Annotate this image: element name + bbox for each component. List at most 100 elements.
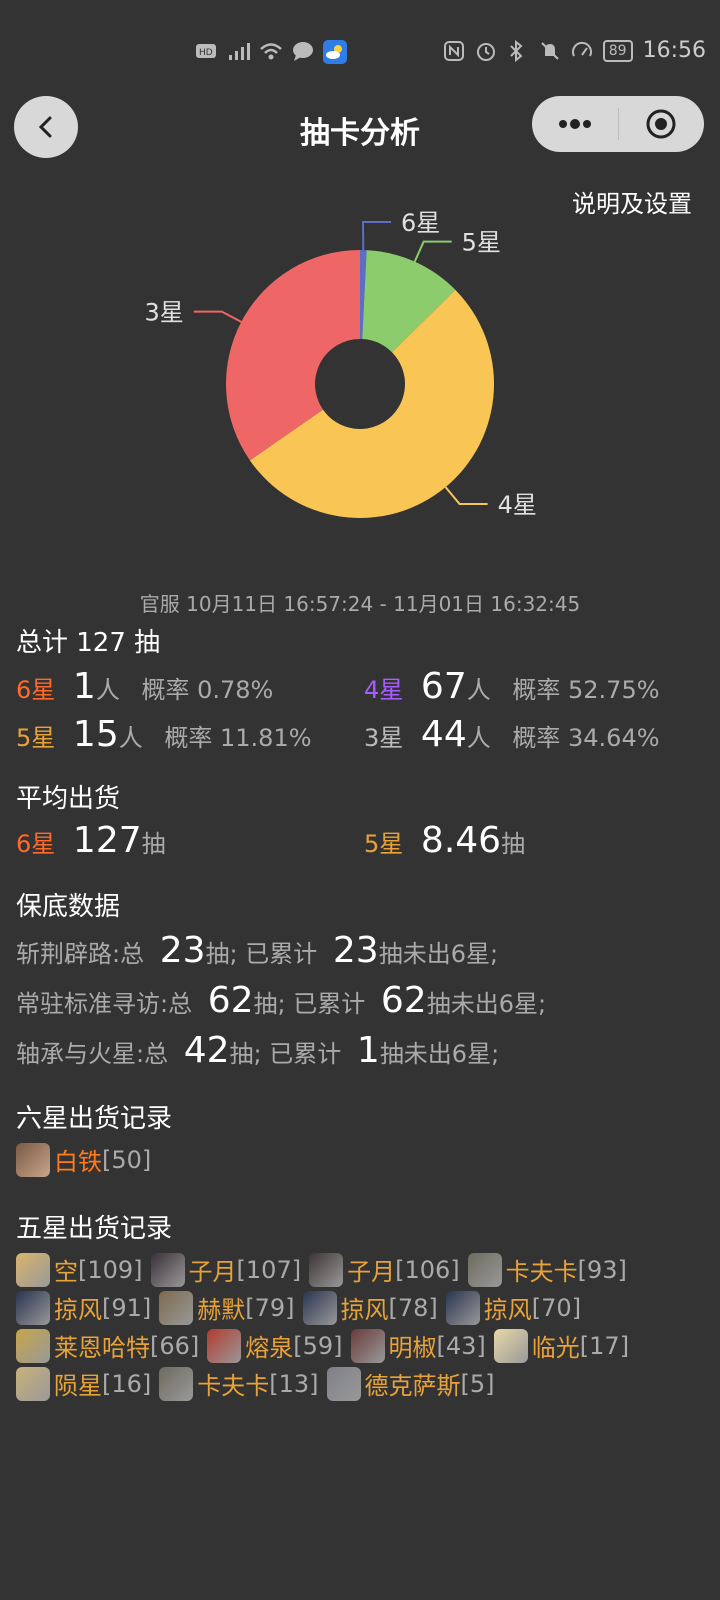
stat-count: 44 — [420, 714, 467, 755]
pity-tail: 抽未出6星; — [379, 1040, 500, 1068]
five-star-record-row: 莱恩哈特 [66] 熔泉 [59] 明椒 [43] 临光 [17] — [16, 1328, 637, 1363]
status-bar: HD 89 16:56 — [0, 0, 720, 100]
record-pulls: [70] — [531, 1293, 582, 1322]
leader-line — [361, 221, 391, 251]
record-entry[interactable]: 白铁 [50] — [16, 1142, 151, 1177]
pity-pool: 斩荆辟路:总 — [16, 940, 145, 968]
record-pulls: [66] — [150, 1331, 200, 1360]
record-entry[interactable]: 明椒 [43] — [350, 1328, 486, 1363]
record-entry[interactable]: 莱恩哈特 [66] — [16, 1328, 199, 1363]
pity-row: 轴承与火星:总 42抽; 已累计 1抽未出6星; — [16, 1030, 499, 1071]
five-star-records-title: 五星出货记录 — [16, 1214, 173, 1244]
record-name: 掠风 — [340, 1296, 389, 1324]
more-button[interactable] — [532, 96, 618, 152]
stat-prob-label: 概率 — [512, 676, 561, 704]
pity-acc: 23 — [332, 930, 379, 971]
record-entry[interactable]: 空 [109] — [16, 1252, 143, 1287]
record-entry[interactable]: 子月 [107] — [150, 1252, 302, 1287]
avg-title: 平均出货 — [16, 784, 121, 814]
record-entry[interactable]: 卡夫卡 [13] — [159, 1366, 319, 1401]
record-pulls: [91] — [102, 1293, 152, 1322]
slice-label: 4星 — [498, 491, 537, 519]
stat-count: 67 — [420, 666, 467, 707]
record-pulls: [5] — [460, 1369, 495, 1398]
pity-total: 23 — [159, 930, 206, 971]
pity-tail: 抽未出6星; — [426, 990, 547, 1018]
alarm-icon — [475, 40, 497, 62]
close-button[interactable] — [619, 96, 705, 152]
record-entry[interactable]: 熔泉 [59] — [207, 1328, 343, 1363]
avg-value: 8.46 — [420, 820, 502, 861]
stat-star: 3星 — [364, 724, 404, 752]
record-pulls: [17] — [579, 1331, 630, 1360]
avatar — [493, 1328, 528, 1363]
record-pulls: [50] — [102, 1145, 152, 1174]
record-entry[interactable]: 掠风 [91] — [16, 1290, 151, 1325]
mini-program-capsule — [532, 96, 704, 152]
pity-mid: 抽; 已累计 — [205, 940, 318, 968]
record-pulls: [79] — [245, 1293, 295, 1322]
leader-line — [413, 240, 452, 263]
nav-bar: 抽卡分析 — [0, 96, 720, 158]
record-name: 卡夫卡 — [197, 1372, 270, 1400]
record-pulls: [106] — [395, 1255, 460, 1284]
record-name: 卡夫卡 — [505, 1258, 578, 1286]
record-entry[interactable]: 掠风 [78] — [302, 1290, 438, 1325]
avatar — [159, 1290, 194, 1325]
pity-row: 常驻标准寻访:总 62抽; 已累计 62抽未出6星; — [16, 980, 546, 1021]
avatar — [467, 1252, 502, 1287]
nfc-icon — [443, 40, 465, 62]
avg-6star: 6星 127抽 — [16, 820, 166, 861]
record-pulls: [107] — [236, 1255, 302, 1284]
avatar — [207, 1328, 242, 1363]
avatar — [309, 1252, 344, 1287]
record-entry[interactable]: 德克萨斯 [5] — [326, 1366, 495, 1401]
record-entry[interactable]: 掠风 [70] — [445, 1290, 582, 1325]
record-name: 掠风 — [54, 1296, 102, 1324]
avg-unit: 抽 — [141, 830, 166, 858]
avg-value: 127 — [72, 820, 142, 861]
record-pulls: [43] — [436, 1331, 486, 1360]
pity-tail: 抽未出6星; — [378, 940, 499, 968]
avg-5star: 5星 8.46抽 — [364, 820, 525, 861]
slice-label: 6星 — [401, 209, 440, 237]
stat-prob: 0.78% — [197, 676, 274, 704]
slice-label: 3星 — [145, 299, 184, 327]
stat-prob-label: 概率 — [164, 724, 213, 752]
record-name: 掠风 — [483, 1296, 532, 1324]
pity-title: 保底数据 — [16, 892, 121, 922]
status-left: HD — [195, 40, 347, 64]
signal-icon — [227, 40, 250, 62]
record-entry[interactable]: 临光 [17] — [493, 1328, 630, 1363]
slice-label: 5星 — [462, 229, 501, 257]
chat-icon — [291, 40, 313, 62]
six-star-records: 白铁 [50] — [16, 1142, 159, 1177]
record-entry[interactable]: 赫默 [79] — [159, 1290, 295, 1325]
pull-distribution-chart: 6星 5星 4星 3星 — [145, 209, 537, 519]
record-pulls: [16] — [102, 1369, 152, 1398]
record-name: 临光 — [531, 1334, 580, 1362]
avatar — [445, 1290, 480, 1325]
record-name: 莱恩哈特 — [54, 1334, 150, 1362]
record-pulls: [109] — [78, 1255, 143, 1284]
pity-total: 62 — [207, 980, 254, 1021]
status-right: 89 16:56 — [443, 38, 706, 63]
avatar — [16, 1328, 50, 1363]
avatar — [159, 1366, 194, 1401]
record-entry[interactable]: 陨星 [16] — [16, 1366, 151, 1401]
record-pulls: [78] — [388, 1293, 438, 1322]
avatar — [16, 1290, 50, 1325]
pity-acc: 1 — [356, 1030, 380, 1071]
record-name: 子月 — [347, 1258, 396, 1286]
status-time: 16:56 — [642, 38, 706, 63]
record-pulls: [93] — [577, 1255, 627, 1284]
record-entry[interactable]: 卡夫卡 [93] — [467, 1252, 627, 1287]
avg-unit: 抽 — [501, 830, 526, 858]
stat-star: 5星 — [16, 724, 56, 752]
time-range: 官服 10月11日 16:57:24 - 11月01日 16:32:45 — [139, 592, 581, 616]
record-entry[interactable]: 子月 [106] — [309, 1252, 460, 1287]
avg-star: 6星 — [16, 830, 56, 858]
avatar — [16, 1366, 50, 1401]
target-icon — [646, 109, 676, 139]
total-pulls: 总计 127 抽 — [16, 628, 161, 658]
